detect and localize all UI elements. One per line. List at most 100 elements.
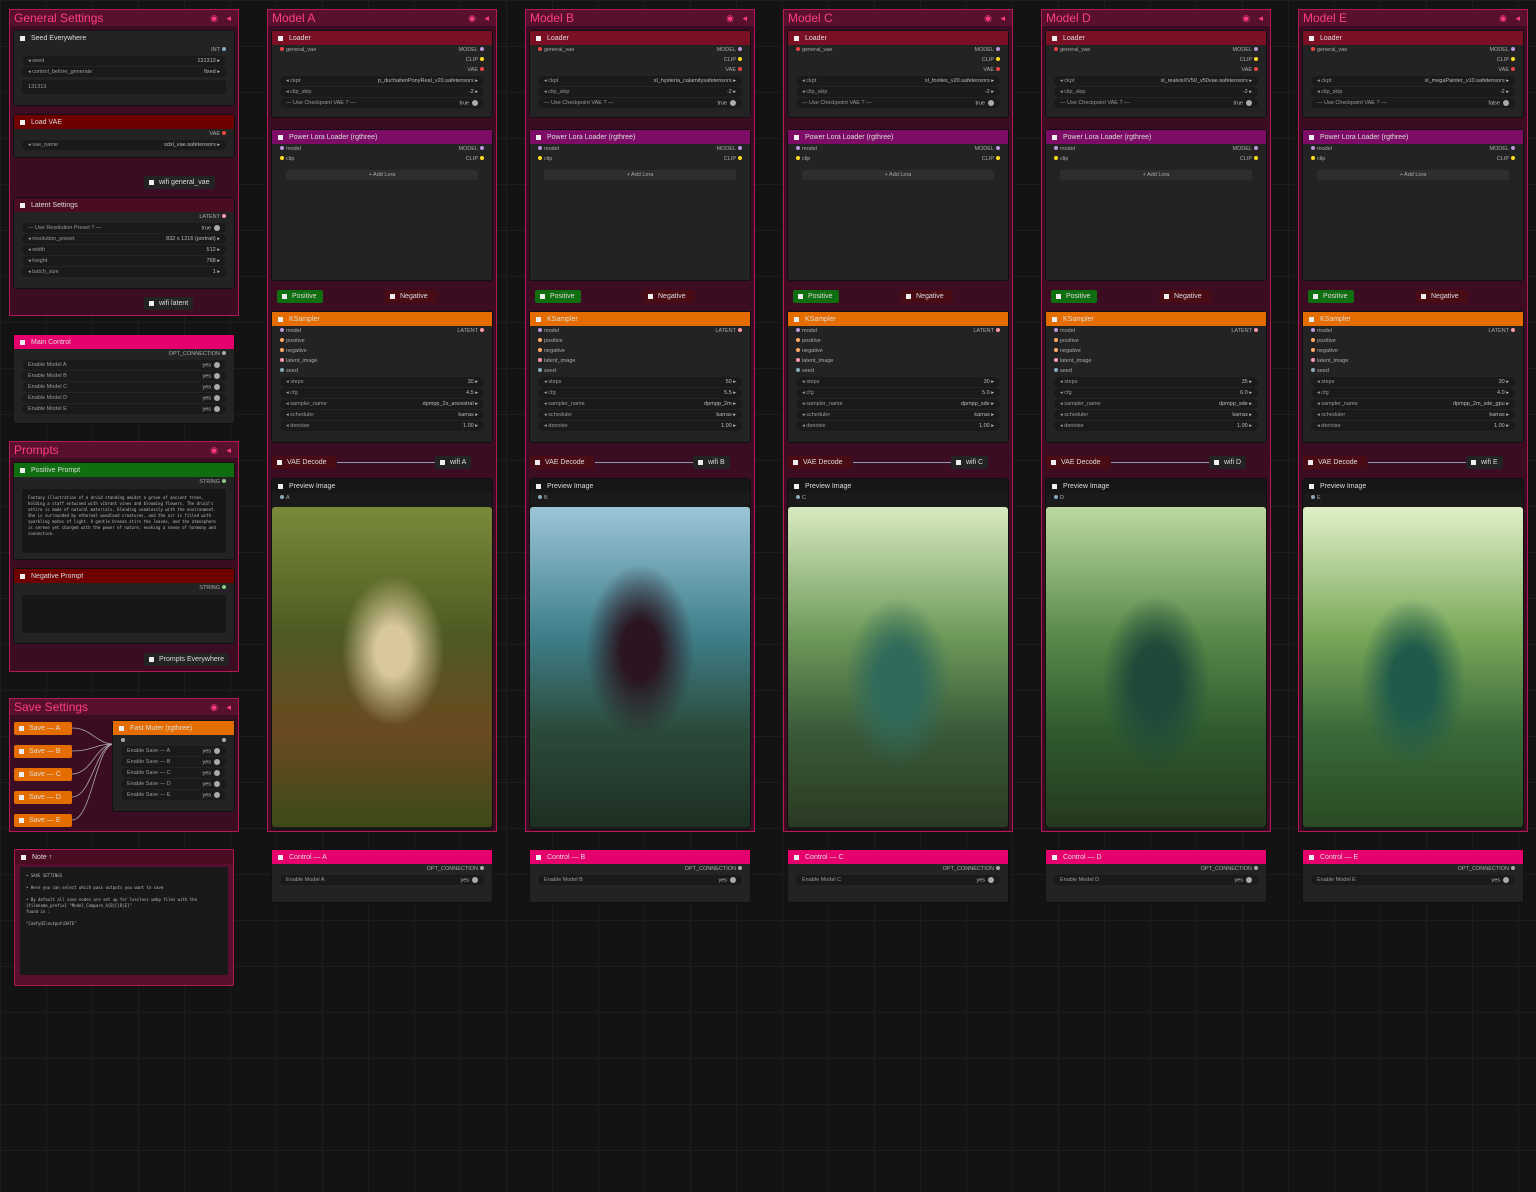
clip-input-socket[interactable] (1054, 156, 1058, 160)
loader-node-b[interactable]: Loader general_vae MODEL CLIP VAE ◂ ckpt x… (530, 31, 750, 117)
save-node-c[interactable]: Save — C (14, 768, 72, 781)
use-ckpt-vae-toggle[interactable]: — Use Checkpoint VAE ? — false (1311, 98, 1515, 108)
enable-save-toggle[interactable]: Enable Save — Dyes (121, 779, 226, 789)
steps-widget[interactable]: ◂ steps 30 ▸ (1311, 377, 1515, 387)
positive-node-d[interactable]: Positive (1051, 290, 1097, 303)
collapse-icon[interactable] (278, 854, 283, 860)
collapse-icon[interactable] (440, 460, 445, 465)
collapse-icon[interactable] (536, 134, 541, 140)
loader-node-a[interactable]: Loader general_vae MODEL CLIP VAE ◂ ckpt p… (272, 31, 492, 117)
latent-socket[interactable] (1254, 328, 1258, 332)
negative-node-a[interactable]: Negative (385, 290, 437, 303)
eye-icon[interactable]: ◉ ◂ (726, 13, 750, 24)
steps-widget[interactable]: ◂ steps 35 ▸ (1054, 377, 1258, 387)
clip-input-socket[interactable] (796, 156, 800, 160)
clip-socket[interactable] (480, 156, 484, 160)
collapse-icon[interactable] (1309, 35, 1314, 41)
width-widget[interactable]: ◂ width 512 ▸ (22, 245, 226, 255)
wifi-node-a[interactable]: wifi A (435, 456, 472, 469)
vae-name-widget[interactable]: ◂ vae_name sdxl_vae.safetensors ▸ (22, 140, 226, 150)
eye-icon[interactable]: ◉ ◂ (210, 13, 234, 24)
add-lora-button[interactable]: + Add Lora (1317, 170, 1509, 180)
collapse-icon[interactable] (20, 339, 25, 345)
collapse-icon[interactable] (1214, 460, 1219, 465)
collapse-icon[interactable] (536, 35, 541, 41)
opt-socket[interactable] (1254, 866, 1258, 870)
lora-node-e[interactable]: Power Lora Loader (rgthree) model MODEL c… (1303, 130, 1523, 280)
model-socket[interactable] (1511, 47, 1515, 51)
clip-socket[interactable] (996, 57, 1000, 61)
vae-socket[interactable] (480, 67, 484, 71)
loader-node-e[interactable]: Loader general_vae MODEL CLIP VAE ◂ ckpt x… (1303, 31, 1523, 117)
seed-input-socket[interactable] (538, 368, 542, 372)
vae-socket[interactable] (1511, 67, 1515, 71)
sampler-widget[interactable]: ◂ sampler_name dpmpp_2m_sde_gpu ▸ (1311, 399, 1515, 409)
model-input-socket[interactable] (1054, 328, 1058, 332)
collapse-icon[interactable] (278, 316, 283, 322)
collapse-icon[interactable] (906, 294, 911, 299)
latent-input-socket[interactable] (280, 358, 284, 362)
collapse-icon[interactable] (540, 294, 545, 299)
sampler-widget[interactable]: ◂ sampler_name dpmpp_2m ▸ (538, 399, 742, 409)
model-socket[interactable] (480, 47, 484, 51)
model-socket[interactable] (738, 47, 742, 51)
negative-input-socket[interactable] (538, 348, 542, 352)
collapse-icon[interactable] (21, 854, 26, 860)
eye-icon[interactable]: ◉ ◂ (468, 13, 492, 24)
vae-input-socket[interactable] (280, 47, 284, 51)
collapse-icon[interactable] (390, 294, 395, 299)
negative-input-socket[interactable] (1311, 348, 1315, 352)
collapse-icon[interactable] (1309, 134, 1314, 140)
steps-widget[interactable]: ◂ steps 50 ▸ (538, 377, 742, 387)
positive-prompt-node[interactable]: Positive Prompt STRING Fantasy illustrat… (14, 463, 234, 559)
collapse-icon[interactable] (20, 119, 25, 125)
wifi-latent-node[interactable]: wifi latent (144, 297, 194, 310)
opt-socket[interactable] (996, 866, 1000, 870)
preview-image[interactable] (530, 507, 750, 827)
add-lora-button[interactable]: + Add Lora (1060, 170, 1252, 180)
collapse-icon[interactable] (794, 483, 799, 489)
clip-skip-widget[interactable]: ◂ clip_skip -2 ▸ (796, 87, 1000, 97)
vae-socket[interactable] (222, 131, 226, 135)
model-socket[interactable] (1254, 146, 1258, 150)
vae-input-socket[interactable] (1311, 47, 1315, 51)
use-ckpt-vae-toggle[interactable]: — Use Checkpoint VAE ? — true (280, 98, 484, 108)
enable-model-toggle[interactable]: Enable Model Cyes (22, 382, 226, 392)
seed-widget[interactable]: ◂ seed 131313 ▸ (22, 56, 226, 66)
ksampler-node-a[interactable]: KSampler model LATENT positive negative l… (272, 312, 492, 442)
save-node-a[interactable]: Save — A (14, 722, 72, 735)
sampler-widget[interactable]: ◂ sampler_name dpmpp_sde ▸ (1054, 399, 1258, 409)
negative-input-socket[interactable] (796, 348, 800, 352)
add-lora-button[interactable]: + Add Lora (286, 170, 478, 180)
control-node-c[interactable]: Control — C OPT_CONNECTION Enable Model … (788, 850, 1008, 902)
latent-socket[interactable] (480, 328, 484, 332)
height-widget[interactable]: ◂ height 768 ▸ (22, 256, 226, 266)
image-input-socket[interactable] (538, 495, 542, 499)
eye-icon[interactable]: ◉ ◂ (210, 445, 234, 456)
image-input-socket[interactable] (1311, 495, 1315, 499)
collapse-icon[interactable] (277, 460, 282, 465)
wifi-node-e[interactable]: wifi E (1466, 456, 1503, 469)
model-input-socket[interactable] (280, 328, 284, 332)
cfg-widget[interactable]: ◂ cfg 6.0 ▸ (1054, 388, 1258, 398)
collapse-icon[interactable] (536, 316, 541, 322)
scheduler-widget[interactable]: ◂ scheduler karras ▸ (280, 410, 484, 420)
latent-socket[interactable] (738, 328, 742, 332)
collapse-icon[interactable] (278, 134, 283, 140)
wifi-node-c[interactable]: wifi C (951, 456, 989, 469)
negative-node-b[interactable]: Negative (643, 290, 695, 303)
seed-everywhere-node[interactable]: Seed Everywhere INT ◂ seed 131313 ▸ ◂ con… (14, 31, 234, 105)
collapse-icon[interactable] (282, 294, 287, 299)
opt-socket[interactable] (1511, 866, 1515, 870)
collapse-icon[interactable] (278, 35, 283, 41)
collapse-icon[interactable] (698, 460, 703, 465)
ksampler-node-b[interactable]: KSampler model LATENT positive negative l… (530, 312, 750, 442)
collapse-icon[interactable] (536, 483, 541, 489)
collapse-icon[interactable] (1309, 483, 1314, 489)
preview-image[interactable] (1046, 507, 1266, 827)
collapse-icon[interactable] (20, 202, 25, 208)
cfg-widget[interactable]: ◂ cfg 5.0 ▸ (796, 388, 1000, 398)
sampler-widget[interactable]: ◂ sampler_name dpmpp_sde ▸ (796, 399, 1000, 409)
collapse-icon[interactable] (19, 749, 24, 754)
clip-skip-widget[interactable]: ◂ clip_skip -2 ▸ (1054, 87, 1258, 97)
